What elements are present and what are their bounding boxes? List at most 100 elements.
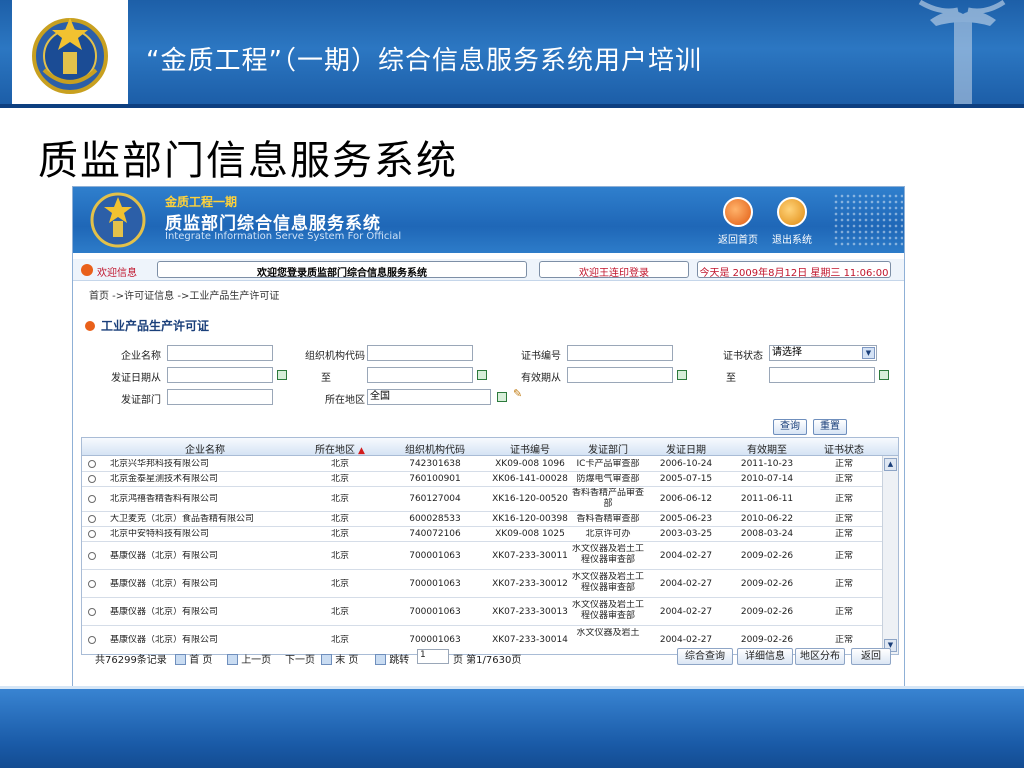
prev-page-button[interactable]: 上一页 (227, 651, 271, 666)
col-company-name[interactable]: 企业名称 (110, 441, 300, 456)
col-region[interactable]: 所在地区 ▲ (300, 441, 380, 456)
region-distribution-button[interactable]: 地区分布 (795, 648, 845, 665)
calendar-icon[interactable] (879, 370, 889, 380)
first-page-button[interactable]: 首 页 (175, 651, 212, 666)
last-page-button[interactable]: 末 页 (321, 651, 358, 666)
row-radio[interactable] (88, 580, 96, 588)
table-row[interactable]: 北京金泰星测技术有限公司 北京 760100901 XK06-141-00028… (82, 472, 882, 487)
region-input[interactable]: 全国 (367, 389, 491, 405)
row-radio[interactable] (88, 495, 96, 503)
slide-footer (0, 686, 1024, 768)
page-jump-input[interactable]: 1 (417, 649, 449, 664)
cell-cert-no: XK07-233-30012 (492, 579, 568, 589)
page-info: 页 第1/7630页 (453, 655, 522, 666)
table-row[interactable]: 北京鸿禧香精香料有限公司 北京 760127004 XK16-120-00520… (82, 487, 882, 512)
home-label: 返回首页 (718, 235, 758, 246)
row-radio[interactable] (88, 460, 96, 468)
row-radio[interactable] (88, 475, 96, 483)
app-subtitle: 金质工程一期 (165, 195, 238, 209)
cell-org-code: 700001063 (409, 551, 461, 561)
scroll-up-icon[interactable]: ▲ (884, 458, 897, 471)
cell-issuing-dept: 水文仪器及岩土工程仪器审查部 (571, 572, 644, 593)
table-row[interactable]: 北京兴华邦科技有限公司 北京 742301638 XK09-008 1096 I… (82, 457, 882, 472)
huabiao-pillar-icon (918, 0, 1006, 108)
cert-status-value: 请选择 (772, 347, 802, 358)
cell-region: 北京 (330, 494, 349, 504)
cell-issue-date: 2005-07-15 (659, 474, 713, 484)
valid-to-input[interactable] (769, 367, 875, 383)
issue-date-from-label: 发证日期从 (111, 373, 161, 384)
cell-company: 北京中安特科技有限公司 (110, 529, 210, 539)
cell-org-code: 700001063 (409, 579, 461, 589)
cell-issue-date: 2003-03-25 (659, 529, 713, 539)
table-row[interactable]: 基康仪器（北京）有限公司 北京 700001063 XK07-233-30013… (82, 598, 882, 626)
table-row[interactable]: 基康仪器（北京）有限公司 北京 700001063 XK07-233-30011… (82, 542, 882, 570)
issue-date-to-input[interactable] (367, 367, 473, 383)
welcome-message: 欢迎您登录质监部门综合信息服务系统 (157, 261, 527, 279)
table-row[interactable]: 北京中安特科技有限公司 北京 740072106 XK09-008 1025 北… (82, 527, 882, 542)
chevron-down-icon: ▼ (862, 347, 875, 359)
table-scrollbar[interactable]: ▲ ▼ (882, 456, 898, 654)
col-cert-status[interactable]: 证书状态 (808, 441, 880, 456)
status-dot-icon (81, 264, 93, 276)
cell-status: 正常 (834, 529, 853, 539)
combined-query-button[interactable]: 综合查询 (677, 648, 733, 665)
region-picker-icon[interactable] (497, 392, 507, 402)
reset-button[interactable]: 重置 (813, 419, 847, 435)
row-radio[interactable] (88, 636, 96, 644)
app-banner: 金质工程一期 质监部门综合信息服务系统 Integrate Informatio… (73, 187, 904, 253)
query-button[interactable]: 查询 (773, 419, 807, 435)
section-title: 工业产品生产许可证 (85, 317, 209, 334)
org-code-input[interactable] (367, 345, 473, 361)
col-cert-no[interactable]: 证书编号 (490, 441, 570, 456)
banner-dots-decoration (833, 193, 903, 247)
exit-button[interactable]: 退出系统 (767, 197, 817, 246)
region-label: 所在地区 (325, 395, 365, 406)
header-rule (0, 104, 1024, 108)
total-records: 共76299条记录 (95, 655, 167, 666)
cell-org-code: 760100901 (409, 474, 461, 484)
next-page-button[interactable]: 下一页 (285, 651, 315, 666)
row-radio[interactable] (88, 515, 96, 523)
detail-info-button[interactable]: 详细信息 (737, 648, 793, 665)
valid-from-label: 有效期从 (521, 373, 561, 384)
cert-no-input[interactable] (567, 345, 673, 361)
cell-issuing-dept: IC卡产品审查部 (576, 459, 640, 469)
cell-company: 基康仪器（北京）有限公司 (110, 607, 219, 617)
row-radio[interactable] (88, 530, 96, 538)
cell-issuing-dept: 水文仪器及岩土工程仪器审查部 (571, 544, 644, 565)
cell-valid-until: 2009-02-26 (740, 635, 794, 645)
col-issuing-dept[interactable]: 发证部门 (570, 441, 646, 456)
table-row[interactable]: 大卫麦克（北京）食品香精有限公司 北京 600028533 XK16-120-0… (82, 512, 882, 527)
org-code-label: 组织机构代码 (305, 351, 365, 362)
cell-cert-no: XK09-008 1025 (495, 529, 565, 539)
issuing-dept-input[interactable] (167, 389, 273, 405)
slide-title: 质监部门信息服务系统 (38, 138, 458, 184)
cell-cert-no: XK16-120-00398 (492, 514, 568, 524)
cell-company: 基康仪器（北京）有限公司 (110, 551, 219, 561)
row-radio[interactable] (88, 552, 96, 560)
cell-valid-until: 2008-03-24 (740, 529, 794, 539)
cert-status-select[interactable]: 请选择 ▼ (769, 345, 877, 361)
col-issue-date[interactable]: 发证日期 (646, 441, 726, 456)
jump-button[interactable]: 跳转 (375, 651, 409, 666)
table-row[interactable]: 基康仪器（北京）有限公司 北京 700001063 XK07-233-30012… (82, 570, 882, 598)
back-button[interactable]: 返回 (851, 648, 891, 665)
company-name-input[interactable] (167, 345, 273, 361)
row-radio[interactable] (88, 608, 96, 616)
exit-label: 退出系统 (772, 235, 812, 246)
home-button[interactable]: 返回首页 (713, 197, 763, 246)
cell-issue-date: 2004-02-27 (659, 607, 713, 617)
clear-brush-icon[interactable]: ✎ (513, 387, 522, 400)
col-org-code[interactable]: 组织机构代码 (380, 441, 490, 456)
cell-org-code: 740072106 (409, 529, 461, 539)
cell-valid-until: 2010-06-22 (740, 514, 794, 524)
cell-issuing-dept: 香料香精产品审查部 (571, 488, 644, 509)
section-bullet-icon (85, 321, 95, 331)
slide-header-title: “金质工程”（一期）综合信息服务系统用户培训 (146, 46, 702, 76)
results-table: 企业名称 所在地区 ▲ 组织机构代码 证书编号 发证部门 发证日期 有效期至 证书… (81, 437, 899, 655)
cell-status: 正常 (834, 607, 853, 617)
footer-line (0, 686, 1024, 689)
col-valid-until[interactable]: 有效期至 (726, 441, 808, 456)
cell-region: 北京 (330, 607, 349, 617)
